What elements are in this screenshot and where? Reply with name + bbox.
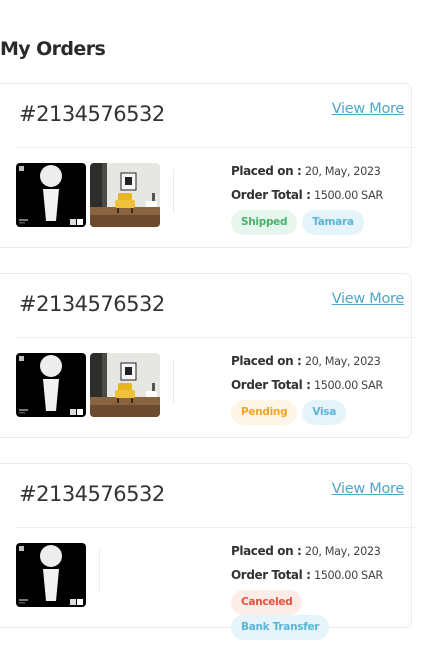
chair-room-image — [90, 353, 160, 417]
order-card: #2134576532 View More Placed on : 20, Ma… — [0, 273, 417, 438]
order-total-label: Order Total : — [231, 188, 311, 202]
placed-on-row: Placed on : 20, May, 2023 — [231, 543, 406, 567]
lamp-product-image — [16, 543, 86, 607]
order-badges: Pending Visa — [231, 400, 406, 426]
divider — [16, 337, 417, 338]
status-badge: Canceled — [231, 590, 303, 615]
order-id: #2134576532 — [19, 102, 165, 126]
order-badges: Shipped Tamara — [231, 210, 406, 236]
placed-on-label: Placed on : — [231, 164, 302, 178]
order-total-label: Order Total : — [231, 378, 311, 392]
placed-on-value: 20, May, 2023 — [304, 165, 381, 178]
order-badges: CanceledBank Transfer — [231, 590, 406, 640]
view-more-link[interactable]: View More — [332, 481, 405, 497]
order-total-row: Order Total : 1500.00 SAR — [231, 377, 406, 401]
divider — [16, 527, 417, 528]
order-meta: Placed on : 20, May, 2023 Order Total : … — [231, 353, 406, 426]
placed-on-label: Placed on : — [231, 544, 302, 558]
payment-method-badge: Tamara — [302, 210, 364, 235]
order-total-value: 1500.00 SAR — [313, 379, 383, 392]
order-meta: Placed on : 20, May, 2023 Order Total : … — [231, 543, 406, 640]
order-card: #2134576532 View More Placed on : 20, Ma… — [0, 83, 417, 248]
order-total-label: Order Total : — [231, 568, 311, 582]
view-more-link[interactable]: View More — [332, 291, 405, 307]
lamp-product-image — [16, 163, 86, 227]
placed-on-label: Placed on : — [231, 354, 302, 368]
status-badge: Shipped — [231, 210, 298, 235]
order-id: #2134576532 — [19, 482, 165, 506]
chair-room-image — [90, 163, 160, 227]
payment-method-badge: Bank Transfer — [231, 615, 330, 640]
order-total-row: Order Total : 1500.00 SAR — [231, 567, 406, 591]
order-meta: Placed on : 20, May, 2023 Order Total : … — [231, 163, 406, 236]
status-badge: Pending — [231, 400, 298, 425]
placed-on-value: 20, May, 2023 — [304, 545, 381, 558]
thumbnail-separator — [173, 359, 174, 403]
placed-on-row: Placed on : 20, May, 2023 — [231, 353, 406, 377]
view-more-link[interactable]: View More — [332, 101, 405, 117]
order-card: #2134576532 View More Placed on : 20, Ma… — [0, 463, 417, 640]
order-id: #2134576532 — [19, 292, 165, 316]
payment-method-badge: Visa — [302, 400, 346, 425]
lamp-product-image — [16, 353, 86, 417]
placed-on-row: Placed on : 20, May, 2023 — [231, 163, 406, 187]
order-total-value: 1500.00 SAR — [313, 569, 383, 582]
placed-on-value: 20, May, 2023 — [304, 355, 381, 368]
order-total-row: Order Total : 1500.00 SAR — [231, 187, 406, 211]
thumbnail-separator — [99, 549, 100, 593]
order-total-value: 1500.00 SAR — [313, 189, 383, 202]
divider — [16, 147, 417, 148]
my-orders-title: My Orders — [0, 38, 106, 60]
thumbnail-separator — [173, 169, 174, 213]
